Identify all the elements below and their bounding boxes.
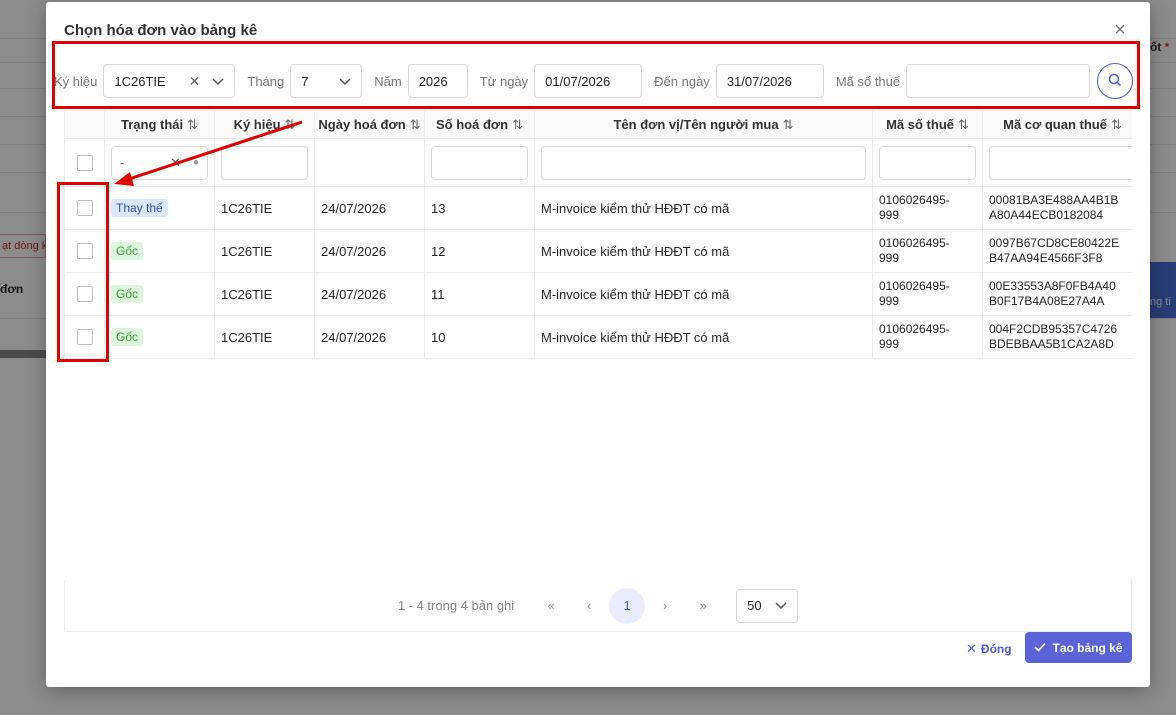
so-filter-cell bbox=[424, 138, 535, 187]
pagination: 1 - 4 trong 4 bản ghi « ‹ 1 › » 50 bbox=[64, 580, 1132, 632]
pagination-info: 1 - 4 trong 4 bản ghi bbox=[397, 598, 515, 613]
ngay-cell: 24/07/2026 bbox=[314, 315, 425, 359]
last-page-icon[interactable]: » bbox=[685, 588, 721, 624]
mst-cell: 0106026495- 999 bbox=[872, 229, 983, 273]
close-icon: ✕ bbox=[966, 641, 977, 656]
status-badge: Gốc bbox=[111, 328, 144, 346]
page-button-current[interactable]: 1 bbox=[609, 587, 646, 624]
so-cell: 11 bbox=[424, 272, 535, 316]
chevron-down-icon bbox=[775, 598, 787, 613]
header-so[interactable]: Số hoá đơn ⇅ bbox=[424, 110, 535, 139]
mst-filter-cell bbox=[872, 138, 983, 187]
status-filter-cell: - ✕ ● bbox=[104, 138, 215, 187]
ky-hieu-filter-cell bbox=[214, 138, 315, 187]
mcqt-filter-input[interactable] bbox=[989, 145, 1132, 180]
annotation-box-filters bbox=[52, 41, 1140, 109]
mcqt-filter-cell bbox=[982, 138, 1132, 187]
ten-cell: M-invoice kiểm thử HĐĐT có mã bbox=[534, 229, 873, 273]
ky-hieu-cell: 1C26TIE bbox=[214, 186, 315, 230]
so-cell: 13 bbox=[424, 186, 535, 230]
mst-cell: 0106026495- 999 bbox=[872, 186, 983, 230]
mst-filter-input[interactable] bbox=[879, 145, 976, 180]
check-icon bbox=[1034, 641, 1047, 655]
status-cell: Thay thế bbox=[104, 186, 215, 230]
create-statement-label: Tạo bảng kê bbox=[1052, 640, 1123, 655]
ky-hieu-cell: 1C26TIE bbox=[214, 315, 315, 359]
status-cell: Gốc bbox=[104, 229, 215, 273]
ky-hieu-filter-input[interactable] bbox=[221, 145, 308, 180]
chevron-down-icon: ● bbox=[192, 157, 199, 168]
page-size-select[interactable]: 50 bbox=[736, 588, 799, 623]
close-icon[interactable]: × bbox=[1110, 20, 1130, 40]
mcqt-cell: 004F2CDB95357C4726 BDEBBAA5B1CA2A8D bbox=[982, 315, 1132, 359]
status-badge: Thay thế bbox=[111, 199, 168, 217]
select-all-checkbox[interactable] bbox=[76, 154, 93, 171]
create-statement-button[interactable]: Tạo bảng kê bbox=[1025, 632, 1132, 663]
close-button[interactable]: ✕ Đóng bbox=[966, 634, 1012, 664]
table-row[interactable]: Gốc 1C26TIE 24/07/2026 11 M-invoice kiểm… bbox=[64, 272, 1132, 316]
ky-hieu-cell: 1C26TIE bbox=[214, 229, 315, 273]
so-filter-input[interactable] bbox=[431, 145, 528, 180]
table-row[interactable]: Gốc 1C26TIE 24/07/2026 10 M-invoice kiểm… bbox=[64, 315, 1132, 359]
modal-title: Chọn hóa đơn vào bảng kê bbox=[64, 22, 258, 39]
sort-icon[interactable]: ⇅ bbox=[187, 117, 198, 132]
header-mcqt[interactable]: Mã cơ quan thuế ⇅ bbox=[982, 110, 1132, 139]
status-cell: Gốc bbox=[104, 272, 215, 316]
mcqt-cell: 00E33553A8F0FB4A40 B0F17B4A08E27A4A bbox=[982, 272, 1132, 316]
ten-cell: M-invoice kiểm thử HĐĐT có mã bbox=[534, 186, 873, 230]
invoice-table-wrap: Trạng thái ⇅ Ký hiệu ⇅ Ngày hoá đơn ⇅ Số ho… bbox=[64, 110, 1132, 360]
mst-cell: 0106026495- 999 bbox=[872, 272, 983, 316]
status-badge: Gốc bbox=[111, 285, 144, 303]
clear-icon[interactable]: ✕ bbox=[170, 155, 181, 171]
mst-cell: 0106026495- 999 bbox=[872, 315, 983, 359]
sort-icon[interactable]: ⇅ bbox=[1111, 117, 1122, 132]
close-button-label: Đóng bbox=[980, 642, 1012, 656]
sort-icon[interactable]: ⇅ bbox=[783, 117, 794, 132]
ten-cell: M-invoice kiểm thử HĐĐT có mã bbox=[534, 315, 873, 359]
sort-icon[interactable]: ⇅ bbox=[285, 117, 296, 132]
next-page-icon[interactable]: › bbox=[647, 588, 683, 624]
status-badge: Gốc bbox=[111, 242, 144, 260]
ten-filter-input[interactable] bbox=[541, 145, 866, 180]
table-filter-row: - ✕ ● bbox=[64, 138, 1132, 187]
mcqt-cell: 0097B67CD8CE80422E B47AA94E4566F3F8 bbox=[982, 229, 1132, 273]
header-ky-hieu[interactable]: Ký hiệu ⇅ bbox=[214, 110, 315, 139]
header-ten[interactable]: Tên đơn vị/Tên người mua ⇅ bbox=[534, 110, 873, 139]
annotation-box-checkboxes bbox=[57, 182, 109, 362]
mcqt-cell: 00081BA3E488AA4B1B A80A44ECB0182084 bbox=[982, 186, 1132, 230]
ngay-cell: 24/07/2026 bbox=[314, 272, 425, 316]
ngay-filter-cell bbox=[314, 138, 425, 187]
ten-cell: M-invoice kiểm thử HĐĐT có mã bbox=[534, 272, 873, 316]
table-row[interactable]: Gốc 1C26TIE 24/07/2026 12 M-invoice kiểm… bbox=[64, 229, 1132, 273]
header-trang-thai[interactable]: Trạng thái ⇅ bbox=[104, 110, 215, 139]
so-cell: 12 bbox=[424, 229, 535, 273]
status-cell: Gốc bbox=[104, 315, 215, 359]
header-select bbox=[64, 110, 105, 139]
page-size-value: 50 bbox=[747, 598, 762, 613]
status-filter-select[interactable]: - ✕ ● bbox=[111, 145, 208, 180]
select-all-cell bbox=[64, 138, 105, 187]
so-cell: 10 bbox=[424, 315, 535, 359]
prev-page-icon[interactable]: ‹ bbox=[571, 588, 607, 624]
ky-hieu-cell: 1C26TIE bbox=[214, 272, 315, 316]
header-mst[interactable]: Mã số thuế ⇅ bbox=[872, 110, 983, 139]
sort-icon[interactable]: ⇅ bbox=[512, 117, 523, 132]
invoice-table: Trạng thái ⇅ Ký hiệu ⇅ Ngày hoá đơn ⇅ Số ho… bbox=[64, 110, 1132, 359]
ten-filter-cell bbox=[534, 138, 873, 187]
sort-icon[interactable]: ⇅ bbox=[958, 117, 969, 132]
header-ngay[interactable]: Ngày hoá đơn ⇅ bbox=[314, 110, 425, 139]
table-header-row: Trạng thái ⇅ Ký hiệu ⇅ Ngày hoá đơn ⇅ Số ho… bbox=[64, 110, 1132, 139]
ngay-cell: 24/07/2026 bbox=[314, 186, 425, 230]
ngay-cell: 24/07/2026 bbox=[314, 229, 425, 273]
sort-icon[interactable]: ⇅ bbox=[410, 117, 421, 132]
table-row[interactable]: Thay thế 1C26TIE 24/07/2026 13 M-invoice… bbox=[64, 186, 1132, 230]
first-page-icon[interactable]: « bbox=[533, 588, 569, 624]
